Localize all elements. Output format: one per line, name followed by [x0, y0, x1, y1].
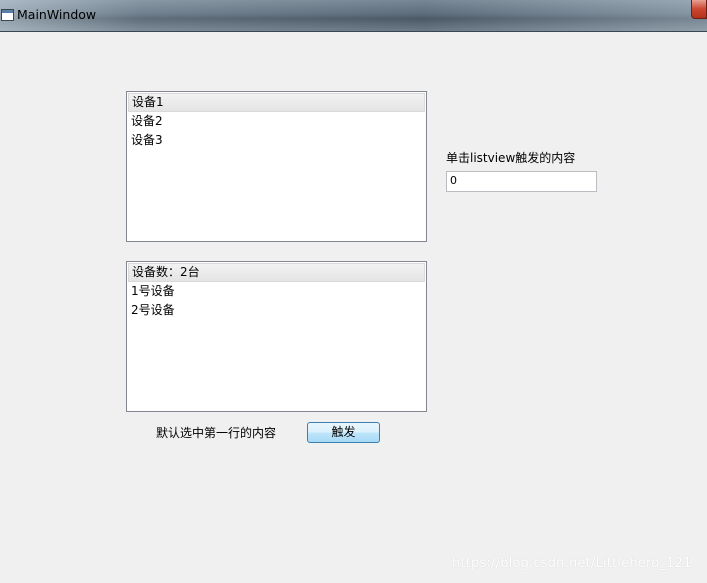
title-bar-glow — [0, 0, 707, 31]
list-item[interactable]: 2号设备 — [128, 301, 425, 320]
device-count-list[interactable]: 设备数：2台 1号设备 2号设备 — [126, 261, 427, 412]
app-window-icon — [1, 9, 14, 21]
close-icon[interactable] — [691, 0, 707, 19]
watermark: https://blog.csdn.net/Littlehero_121 — [452, 556, 692, 571]
list-item[interactable]: 设备2 — [128, 112, 425, 131]
click-result-label: 单击listview触发的内容 — [446, 151, 576, 165]
device-list[interactable]: 设备1 设备2 设备3 — [126, 91, 427, 242]
trigger-button[interactable]: 触发 — [307, 422, 380, 443]
list-item[interactable]: 设备3 — [128, 131, 425, 150]
title-bar: MainWindow — [0, 0, 707, 32]
click-result-field[interactable]: 0 — [446, 171, 597, 192]
list-item[interactable]: 设备数：2台 — [128, 263, 425, 282]
list-item[interactable]: 1号设备 — [128, 282, 425, 301]
list-item[interactable]: 设备1 — [128, 93, 425, 112]
window-title: MainWindow — [17, 7, 97, 22]
default-selection-label: 默认选中第一行的内容 — [156, 426, 277, 440]
